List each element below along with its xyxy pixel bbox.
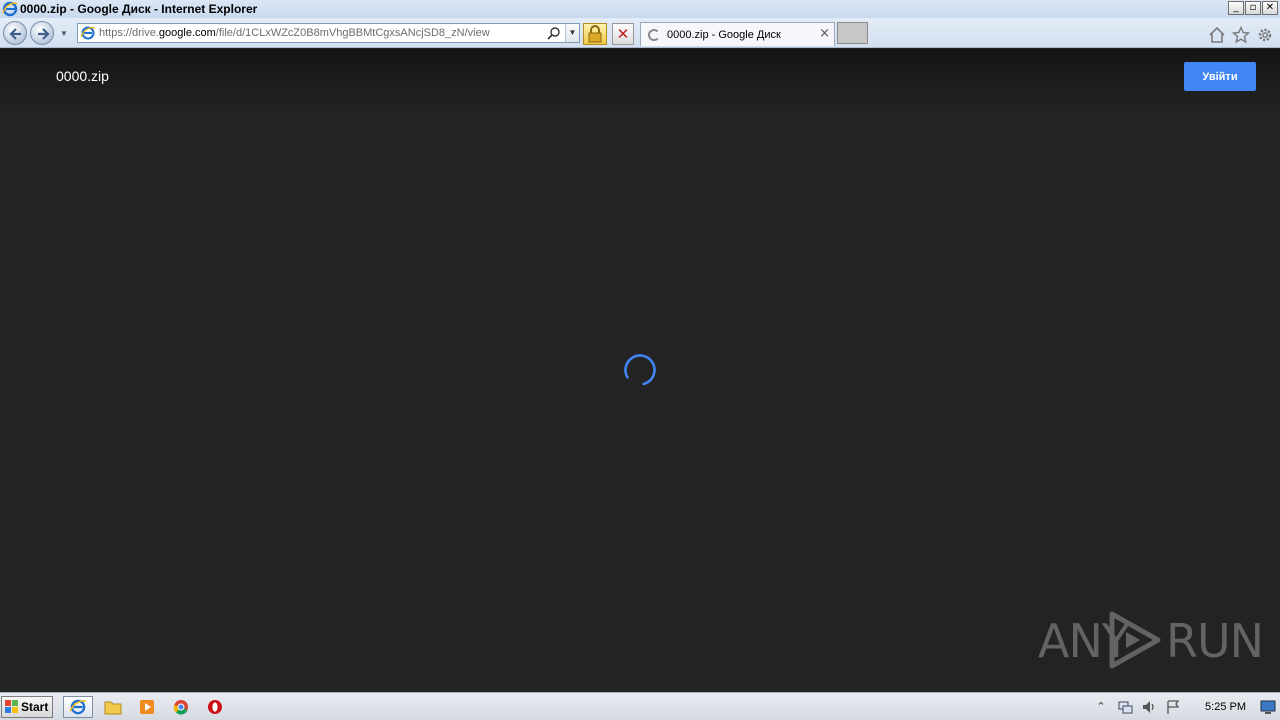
chrome-icon: [173, 700, 188, 715]
window-title: 0000.zip - Google Диск - Internet Explor…: [20, 2, 258, 16]
stop-button[interactable]: ✕: [612, 23, 634, 45]
taskbar-media-player[interactable]: [132, 696, 162, 718]
window-titlebar: 0000.zip - Google Диск - Internet Explor…: [0, 0, 1280, 18]
folder-icon: [104, 701, 122, 715]
lock-icon: [588, 25, 602, 43]
drive-viewer-header: 0000.zip Увійти: [0, 49, 1280, 113]
browser-right-icons: [1208, 26, 1274, 44]
minimize-button[interactable]: _: [1228, 1, 1244, 15]
loading-spinner-icon: [624, 354, 656, 386]
start-label: Start: [21, 700, 49, 714]
play-logo-icon: [1109, 611, 1161, 669]
watermark-right-text: RUN: [1166, 614, 1264, 668]
address-bar[interactable]: https://drive.google.com/file/d/1CLxWZcZ…: [77, 23, 580, 43]
volume-icon[interactable]: [1141, 699, 1157, 715]
close-window-button[interactable]: ✕: [1262, 1, 1278, 15]
home-icon[interactable]: [1208, 26, 1226, 44]
action-center-flag-icon[interactable]: [1165, 699, 1181, 715]
gear-icon[interactable]: [1256, 26, 1274, 44]
url-host: google.com: [158, 27, 216, 39]
address-dropdown-icon[interactable]: ▼: [565, 24, 579, 42]
taskbar-chrome[interactable]: [166, 696, 196, 718]
tab-close-icon[interactable]: ×: [819, 26, 830, 41]
new-tab-button[interactable]: [837, 22, 868, 44]
start-button[interactable]: Start: [1, 696, 53, 718]
anyrun-watermark: ANY RUN: [1038, 608, 1264, 672]
system-tray: ⌃ 5:25 PM: [1089, 693, 1280, 720]
history-dropdown-icon[interactable]: ▼: [60, 29, 68, 38]
media-player-icon: [140, 700, 154, 714]
file-name-title: 0000.zip: [56, 68, 109, 84]
favorites-star-icon[interactable]: [1232, 26, 1250, 44]
forward-button[interactable]: [30, 21, 54, 45]
search-icon[interactable]: [547, 26, 561, 40]
taskbar-opera[interactable]: [200, 696, 230, 718]
windows-logo-icon: [5, 700, 18, 713]
tray-expand-icon[interactable]: ⌃: [1093, 699, 1109, 715]
opera-icon: [208, 700, 222, 714]
restore-button[interactable]: ▫: [1245, 1, 1261, 15]
arrow-left-icon: [9, 28, 21, 40]
arrow-right-icon: [38, 28, 50, 40]
taskbar-clock[interactable]: 5:25 PM: [1205, 701, 1246, 713]
browser-tab-active[interactable]: 0000.zip - Google Диск ×: [640, 22, 835, 46]
back-button[interactable]: [3, 21, 27, 45]
window-controls: _ ▫ ✕: [1228, 1, 1278, 15]
network-icon[interactable]: [1117, 699, 1133, 715]
internet-explorer-icon: [2, 1, 18, 17]
tab-loading-icon: [648, 28, 660, 41]
windows-taskbar: Start ⌃ 5:25 PM: [0, 692, 1280, 720]
url-prefix: https://drive.: [99, 27, 159, 39]
sign-in-button[interactable]: Увійти: [1184, 62, 1256, 91]
url-text[interactable]: https://drive.google.com/file/d/1CLxWZcZ…: [99, 27, 539, 39]
security-lock-button[interactable]: [583, 23, 607, 45]
internet-explorer-icon: [69, 699, 87, 715]
taskbar-file-explorer[interactable]: [98, 696, 128, 718]
taskbar-internet-explorer[interactable]: [63, 696, 93, 718]
show-desktop-icon[interactable]: [1260, 699, 1276, 715]
page-ie-icon: [80, 26, 96, 40]
tab-label: 0000.zip - Google Диск: [667, 28, 781, 41]
url-path: /file/d/1CLxWZcZ0B8mVhgBBMtCgxsANcjSD8_z…: [215, 27, 490, 39]
